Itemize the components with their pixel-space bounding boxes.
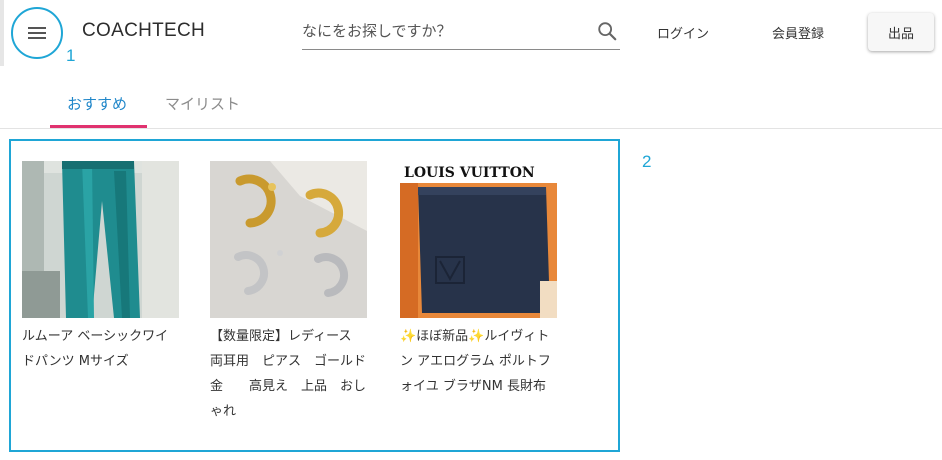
search-input[interactable] — [302, 14, 582, 48]
menu-icon — [28, 27, 46, 39]
product-card[interactable]: ルムーア ベーシックワイドパンツ Mサイズ — [22, 161, 182, 374]
product-card[interactable]: LOUIS VUITTON ✨ほぼ新品✨ルイヴィトン アエログラム ポルトフォイ… — [400, 161, 560, 399]
product-image-pants[interactable] — [22, 161, 179, 318]
left-edge-strip — [0, 0, 4, 66]
product-image-earrings[interactable] — [210, 161, 367, 318]
product-name[interactable]: ルムーア ベーシックワイドパンツ Mサイズ — [22, 324, 179, 374]
active-tab-indicator — [50, 125, 147, 128]
tab-bar: おすすめ マイリスト — [0, 86, 942, 129]
search-bar — [302, 14, 620, 50]
annotation-label-1: 1 — [66, 46, 76, 65]
tab-recommended[interactable]: おすすめ — [67, 93, 127, 114]
product-card[interactable]: 【数量限定】レディース 両耳用 ピアス ゴールド 金 高見え 上品 おしゃれ — [210, 161, 379, 424]
product-name[interactable]: ✨ほぼ新品✨ルイヴィトン アエログラム ポルトフォイユ ブラザNM 長財布 — [400, 324, 557, 399]
site-header: 1 COACHTECH ログイン 会員登録 出品 — [0, 0, 942, 66]
register-link[interactable]: 会員登録 — [772, 23, 824, 42]
tab-mylist[interactable]: マイリスト — [165, 93, 240, 114]
sell-button[interactable]: 出品 — [868, 13, 934, 51]
annotation-label-2: 2 — [642, 152, 652, 171]
product-name[interactable]: 【数量限定】レディース 両耳用 ピアス ゴールド 金 高見え 上品 おしゃれ — [210, 324, 379, 424]
site-logo[interactable]: COACHTECH — [82, 20, 205, 42]
hamburger-menu-button[interactable] — [11, 7, 63, 59]
search-icon[interactable] — [596, 20, 618, 42]
product-grid: ルムーア ベーシックワイドパンツ Mサイズ 【数量限定】レディース 両耳用 ピア… — [9, 139, 620, 452]
product-image-wallet[interactable]: LOUIS VUITTON — [400, 161, 557, 318]
login-link[interactable]: ログイン — [657, 23, 709, 42]
wallet-box-text: LOUIS VUITTON — [404, 165, 535, 181]
